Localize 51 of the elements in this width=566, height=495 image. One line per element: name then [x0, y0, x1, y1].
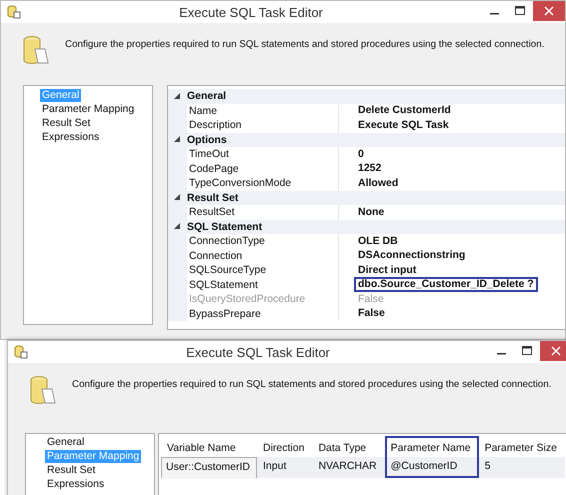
column-header[interactable]: Direction [257, 436, 312, 457]
minimize-icon [496, 353, 506, 355]
page-list-item[interactable]: Result Set [45, 464, 98, 477]
collapse-arrow-icon [174, 92, 181, 100]
property-value[interactable]: Delete CustomerId [354, 103, 455, 118]
property-value[interactable]: False [354, 306, 389, 322]
property-value[interactable]: Execute SQL Task [354, 118, 453, 133]
table-cell: Input [257, 457, 312, 478]
database-icon [7, 5, 21, 19]
page-list-item[interactable]: Expressions [45, 478, 106, 491]
description-text: Configure the properties required to run SQL statements and stored procedures using the selected connection. [65, 39, 544, 50]
category-label: SQL Statement [187, 220, 262, 233]
page-list-item[interactable]: Result Set [40, 117, 92, 130]
description-text: Configure the properties required to run SQL statements and stored procedures using the selected connection. [72, 379, 552, 390]
property-name: Name [168, 104, 338, 118]
table-cell: NVARCHAR [312, 457, 385, 478]
property-value[interactable]: OLE DB [354, 234, 402, 249]
property-value[interactable]: DSAconnectionstring [354, 248, 470, 264]
page-list-item[interactable]: General [45, 436, 86, 449]
property-value[interactable]: dbo.Source_Customer_ID_Delete ? [354, 277, 538, 292]
close-icon [551, 346, 561, 356]
column-header[interactable]: Parameter Size [478, 436, 565, 457]
database-icon [14, 345, 28, 359]
database-script-icon [23, 35, 49, 67]
table-cell: @CustomerID [384, 457, 479, 478]
window-title: Execute SQL Task Editor [178, 4, 324, 20]
close-button[interactable] [540, 341, 566, 361]
property-value[interactable]: None [354, 204, 388, 220]
category-label: Result Set [187, 192, 238, 204]
close-icon [544, 6, 554, 16]
page-list-item[interactable]: Parameter Mapping [40, 103, 136, 116]
property-value[interactable]: 1252 [354, 161, 386, 176]
maximize-icon [522, 346, 532, 356]
close-button[interactable] [533, 1, 565, 21]
table-cell: 5 [478, 457, 565, 478]
minimize-icon [490, 13, 498, 15]
database-script-icon [30, 375, 56, 407]
collapse-arrow-icon [174, 194, 181, 202]
category-label: General [187, 90, 226, 102]
property-value[interactable]: Direct input [354, 262, 420, 278]
table-cell: User::CustomerID [161, 457, 258, 479]
page-list-item[interactable]: Expressions [40, 131, 102, 144]
column-header[interactable]: Variable Name [161, 436, 258, 457]
property-value[interactable]: 0 [354, 146, 368, 162]
maximize-icon [515, 6, 525, 16]
window-title: Execute SQL Task Editor [185, 344, 331, 360]
category-label: Options [187, 134, 227, 146]
collapse-arrow-icon [174, 223, 181, 230]
property-value[interactable]: Allowed [354, 176, 402, 191]
column-header[interactable]: Data Type [312, 436, 385, 457]
collapse-arrow-icon [174, 136, 181, 144]
